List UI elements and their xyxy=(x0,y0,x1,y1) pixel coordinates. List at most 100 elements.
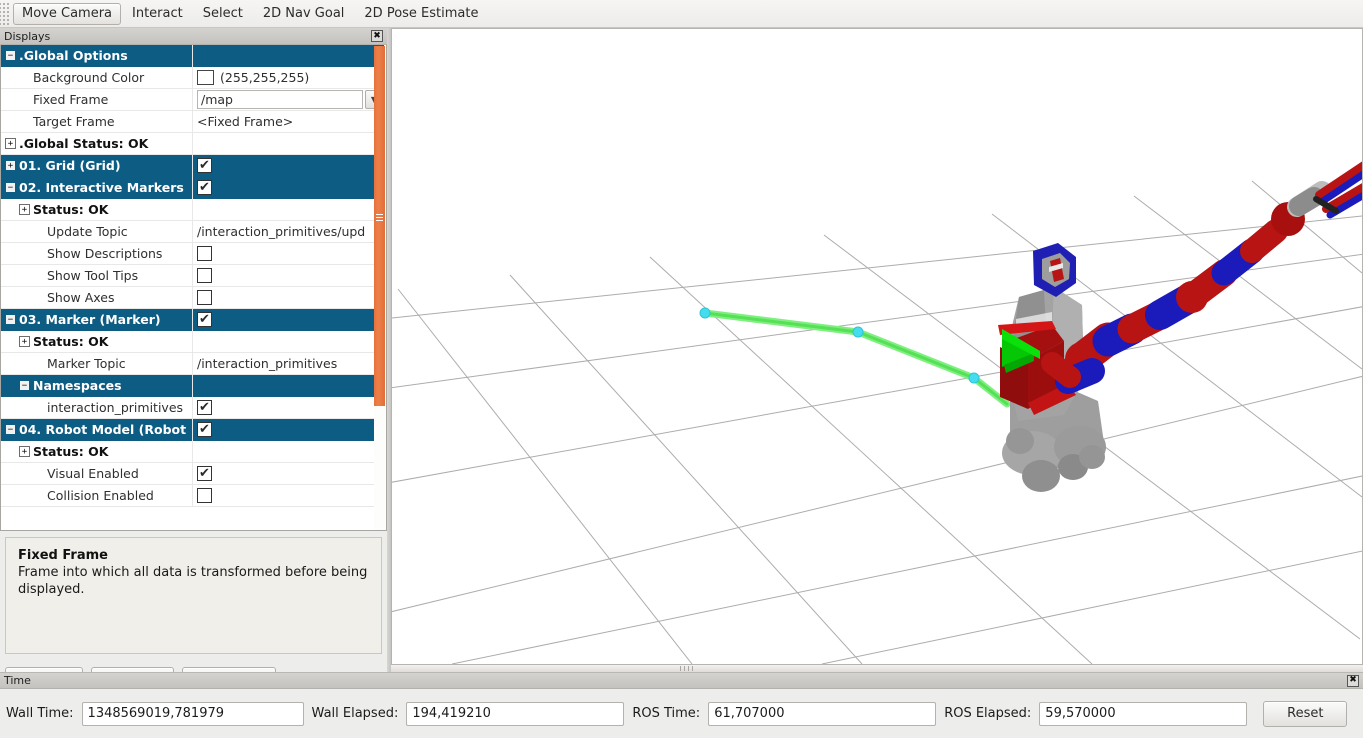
tree-row[interactable]: Show Axes xyxy=(1,286,384,309)
ros-time-label: ROS Time: xyxy=(632,706,701,721)
close-icon[interactable]: ✖ xyxy=(371,30,383,42)
tree-row-value-cell xyxy=(193,441,384,463)
collapse-icon[interactable]: − xyxy=(5,424,16,435)
expand-icon[interactable]: + xyxy=(19,446,30,457)
tree-row-value-cell xyxy=(193,45,384,67)
3d-render-view[interactable] xyxy=(391,28,1363,665)
tree-row[interactable]: − Namespaces xyxy=(1,374,384,397)
checkbox[interactable]: ✔ xyxy=(197,422,212,437)
tree-row-name-cell: Marker Topic xyxy=(1,352,193,375)
tree-row-label: 02. Interactive Markers xyxy=(19,180,184,195)
tree-row-value-cell: <Fixed Frame> xyxy=(193,111,384,133)
tree-row-value-cell xyxy=(193,265,384,287)
reset-button[interactable]: Reset xyxy=(1263,700,1348,727)
scrollbar-grip-icon xyxy=(376,214,383,223)
ros-time-field[interactable]: 61,707000 xyxy=(708,701,937,726)
tree-row-value-cell xyxy=(193,243,384,265)
tree-row[interactable]: Collision Enabled xyxy=(1,484,384,507)
displays-tree-rows: − .Global Options Background Color (255,255… xyxy=(1,45,384,507)
wall-time-field[interactable]: 1348569019,781979 xyxy=(81,701,304,726)
tree-row[interactable]: + Status: OK xyxy=(1,198,384,221)
tree-row-name-cell: Target Frame xyxy=(1,110,193,133)
checkbox[interactable] xyxy=(197,488,212,503)
tree-row-value-cell xyxy=(193,331,384,353)
collapse-icon[interactable]: − xyxy=(5,314,16,325)
wall-elapsed-field[interactable]: 194,419210 xyxy=(406,701,625,726)
tool-2d-pose-estimate[interactable]: 2D Pose Estimate xyxy=(355,3,487,25)
tree-row[interactable]: Show Descriptions xyxy=(1,242,384,265)
tool-2d-nav-goal[interactable]: 2D Nav Goal xyxy=(254,3,354,25)
property-help-panel: Fixed Frame Frame into which all data is… xyxy=(0,533,387,658)
expand-icon[interactable]: + xyxy=(19,204,30,215)
tree-row[interactable]: −03. Marker (Marker) ✔ xyxy=(1,308,384,331)
tree-row-name-cell: Collision Enabled xyxy=(1,484,193,507)
ros-elapsed-field[interactable]: 59,570000 xyxy=(1039,701,1248,726)
checkbox[interactable]: ✔ xyxy=(197,400,212,415)
tree-row[interactable]: +01. Grid (Grid) ✔ xyxy=(1,154,384,177)
checkbox[interactable]: ✔ xyxy=(197,158,212,173)
tree-row[interactable]: −04. Robot Model (Robot ✔ xyxy=(1,418,384,441)
tree-row-name-cell: −03. Marker (Marker) xyxy=(1,308,193,331)
expand-icon[interactable]: + xyxy=(5,138,16,149)
tree-row[interactable]: interaction_primitives ✔ xyxy=(1,396,384,419)
tool-select[interactable]: Select xyxy=(194,3,252,25)
checkbox[interactable] xyxy=(197,268,212,283)
color-swatch[interactable] xyxy=(197,70,214,85)
tree-row-label: 03. Marker (Marker) xyxy=(19,312,161,327)
tree-row-name-cell: +01. Grid (Grid) xyxy=(1,154,193,177)
tree-row[interactable]: Visual Enabled ✔ xyxy=(1,462,384,485)
close-icon[interactable]: ✖ xyxy=(1347,674,1359,687)
tree-row-name-cell: − .Global Options xyxy=(1,45,193,67)
tree-row[interactable]: + Status: OK xyxy=(1,330,384,353)
collapse-icon[interactable]: − xyxy=(19,380,30,391)
checkbox[interactable]: ✔ xyxy=(197,466,212,481)
tree-row-label: Visual Enabled xyxy=(47,466,139,481)
tree-row[interactable]: Background Color (255,255,255) xyxy=(1,66,384,89)
tool-move-camera[interactable]: Move Camera xyxy=(13,2,122,25)
checkbox[interactable]: ✔ xyxy=(197,312,212,327)
tree-row-name-cell: Visual Enabled xyxy=(1,462,193,485)
tree-row-label: Target Frame xyxy=(33,114,115,129)
collapse-icon[interactable]: − xyxy=(5,50,16,61)
tree-row[interactable]: + .Global Status: OK xyxy=(1,132,384,155)
tree-row-name-cell: interaction_primitives xyxy=(1,396,193,419)
tree-row[interactable]: Marker Topic/interaction_primitives xyxy=(1,352,384,375)
tree-row[interactable]: −02. Interactive Markers ✔ xyxy=(1,176,384,199)
scrollbar-thumb[interactable] xyxy=(374,46,385,406)
tree-row[interactable]: Target Frame <Fixed Frame> xyxy=(1,110,384,133)
tree-row-value-cell: ✔ xyxy=(193,177,384,199)
tree-row[interactable]: Update Topic/interaction_primitives/upd xyxy=(1,220,384,243)
tree-row-name-cell: + Status: OK xyxy=(1,330,193,353)
help-body: Frame into which all data is transformed… xyxy=(18,565,368,597)
tree-row[interactable]: Show Tool Tips xyxy=(1,264,384,287)
checkbox[interactable] xyxy=(197,290,212,305)
tree-row-name-cell: − Namespaces xyxy=(1,374,193,397)
tree-row-value-cell: ✔ xyxy=(193,463,384,485)
expand-icon[interactable]: + xyxy=(19,336,30,347)
tree-row-value-cell: /interaction_primitives xyxy=(193,353,384,375)
toolbar-drag-handle[interactable] xyxy=(0,0,10,27)
tree-row-value-cell: ✔ xyxy=(193,419,384,441)
checkbox[interactable]: ✔ xyxy=(197,180,212,195)
tree-row-value-cell xyxy=(193,199,384,221)
tree-row-label: interaction_primitives xyxy=(47,400,184,415)
tool-interact[interactable]: Interact xyxy=(123,3,192,25)
time-title-label: Time xyxy=(4,674,31,687)
tree-row[interactable]: + Status: OK xyxy=(1,440,384,463)
tree-row[interactable]: − .Global Options xyxy=(1,45,384,67)
displays-tree[interactable]: − .Global Options Background Color (255,255… xyxy=(0,45,387,531)
tree-row-name-cell: Update Topic xyxy=(1,220,193,243)
horizontal-splitter[interactable] xyxy=(391,665,1363,672)
tree-row-label: Show Tool Tips xyxy=(47,268,139,283)
fixed-frame-input[interactable]: /map xyxy=(197,90,363,109)
expand-icon[interactable]: + xyxy=(5,160,16,171)
fixed-frame-combobox[interactable]: /map▼ xyxy=(197,90,383,109)
collapse-icon[interactable]: − xyxy=(5,182,16,193)
wall-elapsed-label: Wall Elapsed: xyxy=(311,706,399,721)
checkbox[interactable] xyxy=(197,246,212,261)
tree-row-label: 01. Grid (Grid) xyxy=(19,158,121,173)
tree-row[interactable]: Fixed Frame/map▼ xyxy=(1,88,384,111)
displays-tree-scrollbar[interactable] xyxy=(374,46,385,530)
displays-dock: Displays ✖ − .Global Options Background Co… xyxy=(0,28,387,693)
displays-titlebar: Displays ✖ xyxy=(0,28,387,45)
